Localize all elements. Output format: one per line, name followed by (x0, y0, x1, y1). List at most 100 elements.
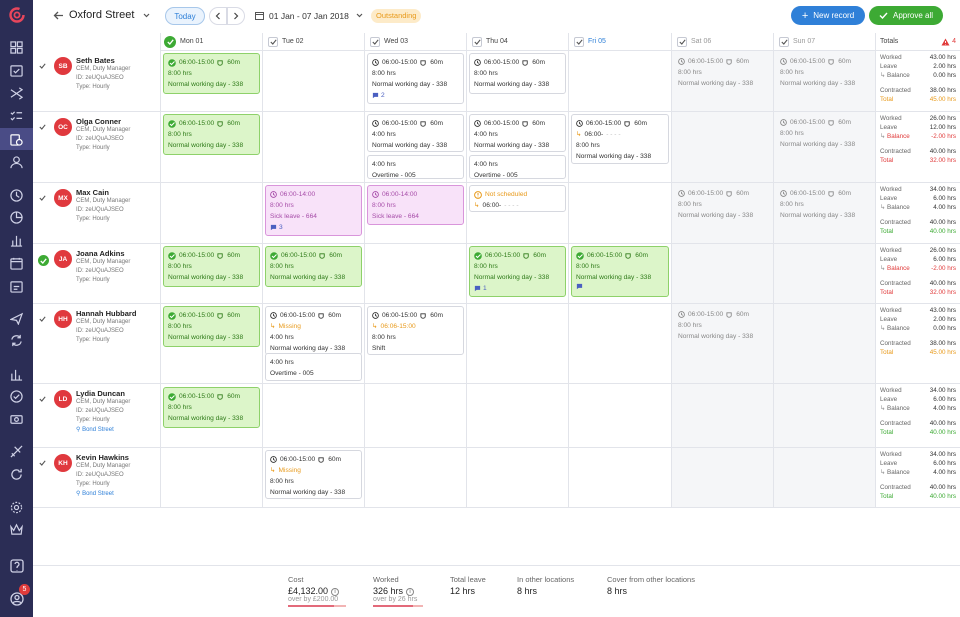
day-cell[interactable]: 06:00-15:00 60m ↳ 06:00- - - - -8:00 hrs Norm… (568, 112, 671, 182)
day-cell[interactable]: 06:00-15:00 60m 8:00 hrs Normal working day… (160, 384, 262, 447)
employee-location[interactable]: ⚲ Bond Street (76, 426, 114, 433)
shuffle-icon[interactable] (8, 85, 25, 102)
shift-card[interactable]: 06:00-14:00 8:00 hrs Sick leave - 664 3 (265, 185, 362, 236)
day-checkbox[interactable] (677, 36, 687, 47)
avatar[interactable]: KH (54, 454, 72, 472)
employee-name[interactable]: Lydia Duncan (76, 389, 125, 398)
day-checkbox[interactable] (472, 36, 482, 47)
day-cell[interactable]: 06:00-15:00 60m 8:00 hrs Normal working day… (262, 244, 364, 303)
approved-day-icon[interactable] (164, 35, 176, 48)
day-cell[interactable] (160, 448, 262, 507)
day-cell[interactable]: 06:00-15:00 60m 4:00 hrs Normal working day… (364, 112, 466, 182)
day-cell[interactable] (364, 244, 466, 303)
shift-card[interactable]: 06:00-15:00 60m 8:00 hrs Normal working day… (163, 306, 260, 347)
checklist-icon[interactable] (8, 108, 25, 125)
employee-location[interactable]: ⚲ Bond Street (76, 490, 114, 497)
plane-icon[interactable] (8, 310, 25, 327)
day-cell[interactable] (568, 384, 671, 447)
shift-card[interactable]: 06:00-15:00 60m 8:00 hrs Normal working day… (163, 114, 260, 155)
shift-card[interactable]: 06:00-15:00 60m 8:00 hrs Normal working day… (367, 53, 464, 104)
employee-name[interactable]: Joana Adkins (76, 249, 125, 258)
refresh-icon[interactable] (8, 466, 25, 483)
day-cell[interactable] (160, 183, 262, 243)
day-cell[interactable] (671, 384, 773, 447)
day-cell[interactable] (773, 304, 875, 383)
back-arrow-icon[interactable] (53, 10, 64, 21)
employee-checkbox[interactable] (39, 123, 49, 133)
day-cell[interactable] (568, 183, 671, 243)
flight-icon[interactable] (8, 443, 25, 460)
chevron-down-icon[interactable] (143, 13, 150, 18)
shift-card[interactable]: 06:00-15:00 60m 8:00 hrs Normal working day… (776, 53, 873, 94)
shift-card[interactable]: 06:00-15:00 60m 8:00 hrs Normal working day… (776, 114, 873, 155)
approved-employee-icon[interactable] (38, 255, 49, 266)
day-cell[interactable] (262, 51, 364, 111)
day-cell[interactable]: 06:00-15:00 60m 8:00 hrs Normal working day… (160, 112, 262, 182)
day-header[interactable]: Sun 07 (773, 33, 875, 51)
day-cell[interactable] (773, 244, 875, 303)
shift-card[interactable]: 06:00-15:00 60m ↳ Missing 4:00 hrs Normal wor… (265, 306, 362, 355)
day-cell[interactable] (466, 448, 568, 507)
employee-name[interactable]: Hannah Hubbard (76, 309, 136, 318)
avatar[interactable]: LD (54, 390, 72, 408)
shift-card[interactable]: 06:00-15:00 60m ↳ Missing 8:00 hrs Normal wor… (265, 450, 362, 499)
day-cell[interactable] (773, 448, 875, 507)
day-cell[interactable]: 06:00-15:00 60m 8:00 hrs Normal working day… (568, 244, 671, 303)
employee-name[interactable]: Seth Bates (76, 56, 115, 65)
day-cell[interactable] (262, 112, 364, 182)
grid-icon[interactable] (8, 39, 25, 56)
day-cell[interactable]: 06:00-15:00 60m 8:00 hrs Normal working day… (364, 51, 466, 111)
day-cell[interactable]: 06:00-15:00 60m 8:00 hrs Normal working day… (466, 51, 568, 111)
shift-card[interactable]: 06:00-15:00 60m 8:00 hrs Normal working day… (163, 246, 260, 287)
day-checkbox[interactable] (779, 36, 789, 47)
day-cell[interactable]: 06:00-15:00 60m ↳ Missing 8:00 hrs Normal wor… (262, 448, 364, 507)
day-header[interactable]: Sat 06 (671, 33, 773, 51)
calendar-note-icon[interactable] (8, 278, 25, 295)
day-cell[interactable]: 06:00-15:00 60m 8:00 hrs Normal working day… (773, 183, 875, 243)
day-cell[interactable] (262, 384, 364, 447)
day-cell[interactable]: 06:00-14:00 8:00 hrs Sick leave - 664 (364, 183, 466, 243)
day-cell[interactable] (773, 384, 875, 447)
shift-card[interactable]: 06:00-15:00 60m 4:00 hrs Normal working day… (469, 114, 566, 152)
day-cell[interactable]: 06:00-15:00 60m 8:00 hrs Normal working day… (671, 304, 773, 383)
gear-icon[interactable] (8, 499, 25, 516)
shift-card[interactable]: 06:00-15:00 60m 8:00 hrs Normal working day… (265, 246, 362, 287)
crown-icon[interactable] (8, 521, 25, 538)
day-cell[interactable] (568, 304, 671, 383)
day-cell[interactable]: Not scheduled ↳ 06:00- - - - - (466, 183, 568, 243)
app-logo[interactable] (9, 7, 25, 23)
bar-stats-icon[interactable] (8, 366, 25, 383)
approve-all-button[interactable]: Approve all (869, 6, 943, 25)
day-checkbox[interactable] (268, 36, 278, 47)
pie-chart-icon[interactable] (8, 209, 25, 226)
day-cell[interactable]: 06:00-15:00 60m 8:00 hrs Normal working day… (773, 112, 875, 182)
day-cell[interactable] (466, 304, 568, 383)
day-header[interactable]: Tue 02 (262, 33, 364, 51)
day-cell[interactable] (364, 448, 466, 507)
shift-card[interactable]: 06:00-15:00 60m 4:00 hrs Normal working day… (367, 114, 464, 152)
shift-card[interactable]: Not scheduled ↳ 06:00- - - - - (469, 185, 566, 212)
help-icon[interactable] (8, 557, 25, 574)
day-header[interactable]: Mon 01 (160, 33, 262, 51)
day-cell[interactable]: 06:00-15:00 60m 8:00 hrs Normal working day… (160, 304, 262, 383)
date-chevron-icon[interactable] (356, 13, 363, 18)
day-header[interactable]: Fri 05 (568, 33, 671, 51)
next-week-button[interactable] (227, 7, 245, 25)
calendar-check-icon[interactable] (8, 62, 25, 79)
info-icon[interactable]: i (406, 587, 415, 596)
employee-checkbox[interactable] (39, 315, 49, 325)
calendar-icon[interactable] (8, 255, 25, 272)
shift-card[interactable]: 06:00-15:00 60m 8:00 hrs Normal working day… (674, 185, 771, 226)
employee-checkbox[interactable] (39, 395, 49, 405)
day-cell[interactable]: 06:00-15:00 60m ↳ 06:06-15:00 8:00 hrs Shift (364, 304, 466, 383)
day-cell[interactable]: 06:00-15:00 60m 8:00 hrs Normal working day… (773, 51, 875, 111)
today-button[interactable]: Today (165, 7, 205, 25)
bar-chart-icon[interactable] (8, 232, 25, 249)
day-cell[interactable]: 06:00-15:00 60m 8:00 hrs Normal working day… (671, 183, 773, 243)
shift-card[interactable]: 06:00-15:00 60m 8:00 hrs Normal working day… (469, 246, 566, 297)
day-cell[interactable]: 06:00-15:00 60m 8:00 hrs Normal working day… (160, 51, 262, 111)
person-icon[interactable] (8, 154, 25, 171)
day-cell[interactable] (364, 384, 466, 447)
shift-card[interactable]: 4:00 hrs Overtime - 005 (265, 353, 362, 381)
location-title[interactable]: Oxford Street (69, 9, 134, 21)
